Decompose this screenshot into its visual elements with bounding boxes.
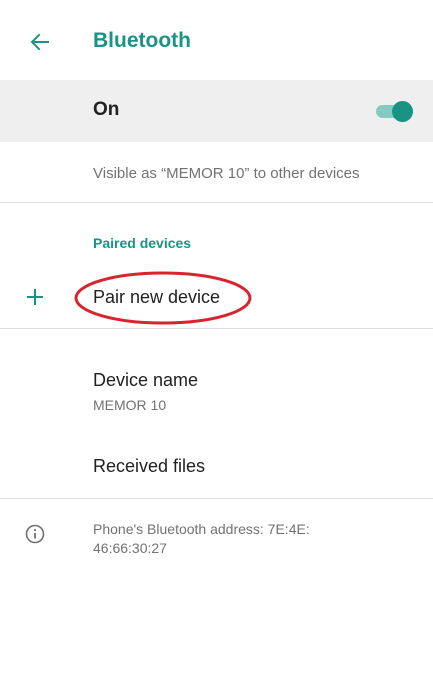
device-name-row[interactable]: Device name MEMOR 10 bbox=[0, 355, 433, 425]
bluetooth-address: Phone's Bluetooth address: 7E:4E: 46:66:… bbox=[93, 520, 393, 558]
app-bar: Bluetooth bbox=[0, 0, 433, 80]
visibility-text: Visible as “MEMOR 10” to other devices bbox=[93, 165, 360, 182]
device-name-value: MEMOR 10 bbox=[93, 397, 167, 413]
bluetooth-address-line1: Phone's Bluetooth address: 7E:4E: bbox=[93, 521, 310, 537]
plus-icon bbox=[27, 289, 43, 305]
pair-new-device-label: Pair new device bbox=[93, 287, 221, 307]
device-name-title: Device name bbox=[93, 370, 199, 390]
switch-thumb bbox=[392, 101, 413, 122]
pair-new-device-row[interactable]: Pair new device bbox=[0, 270, 433, 325]
toggle-label: On bbox=[93, 99, 120, 120]
page-title: Bluetooth bbox=[93, 29, 191, 52]
divider bbox=[0, 202, 433, 203]
bluetooth-address-line2: 46:66:30:27 bbox=[93, 540, 167, 556]
received-files-row[interactable]: Received files bbox=[0, 440, 433, 495]
paired-devices-header: Paired devices bbox=[93, 235, 192, 251]
received-files-label: Received files bbox=[93, 456, 206, 476]
bluetooth-switch[interactable] bbox=[376, 101, 413, 122]
divider bbox=[0, 328, 433, 329]
arrow-back-icon[interactable] bbox=[28, 30, 52, 54]
bluetooth-toggle-row[interactable]: On bbox=[0, 80, 433, 142]
divider bbox=[0, 498, 433, 499]
info-icon bbox=[25, 524, 45, 544]
